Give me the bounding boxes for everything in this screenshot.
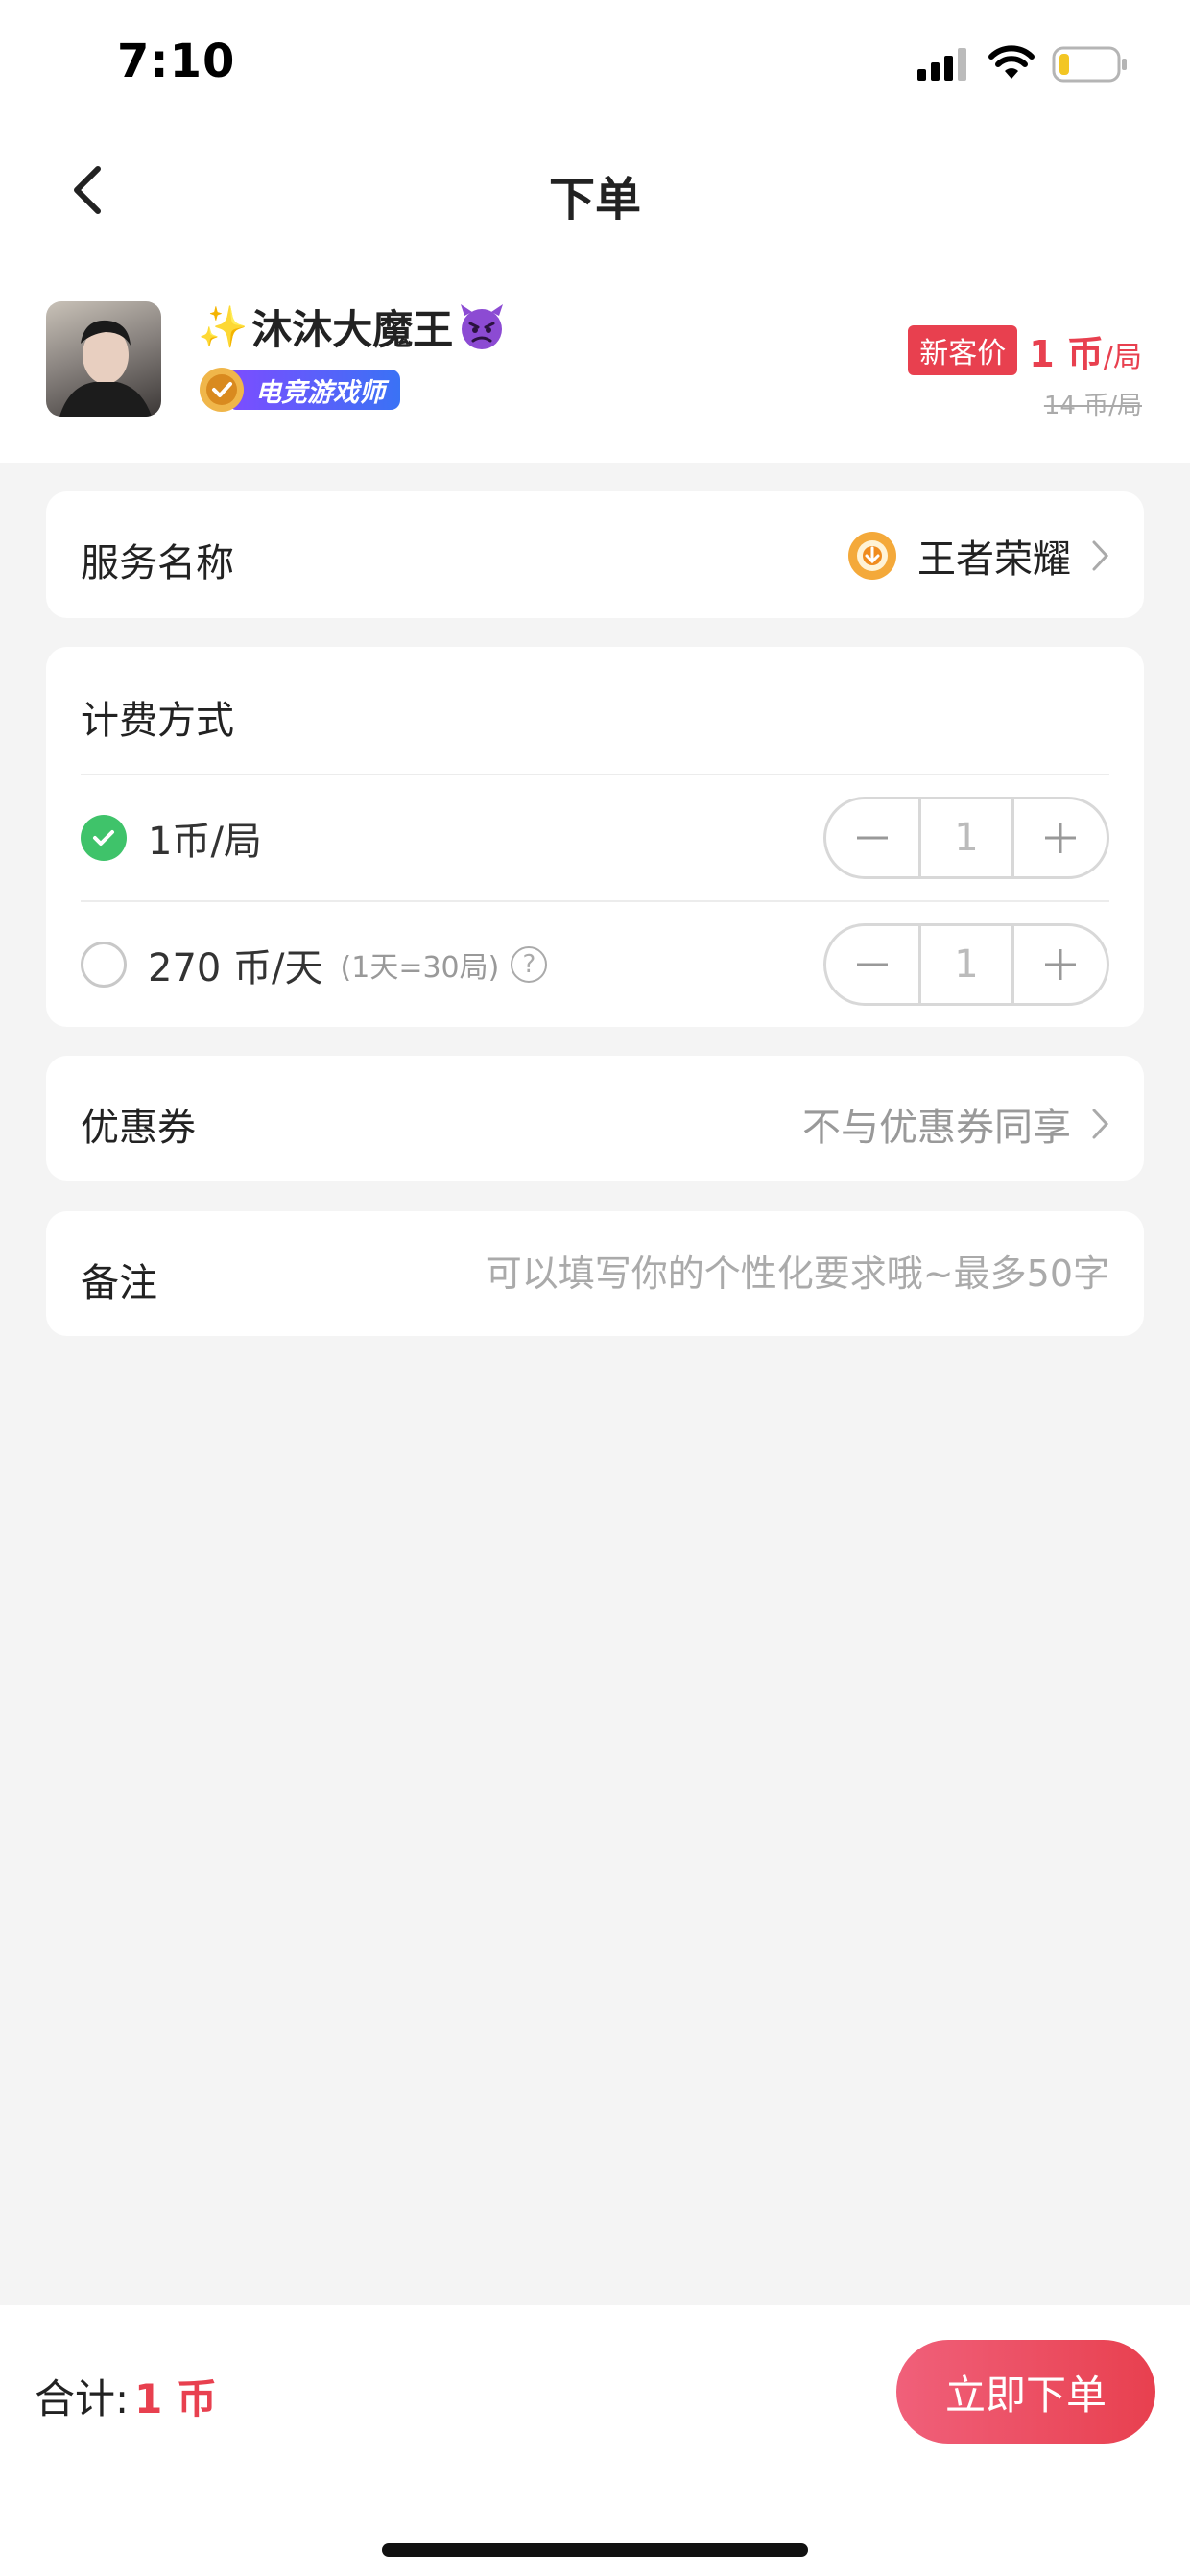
quantity-value[interactable]: 1: [918, 799, 1014, 876]
avatar-portrait-icon: [60, 320, 152, 417]
original-price: 14 币/局: [1043, 392, 1142, 420]
quantity-stepper: 1: [823, 797, 1109, 879]
nav-bar: 下单: [0, 125, 1190, 250]
help-question-icon[interactable]: ?: [511, 946, 548, 983]
service-card: 服务名称 王者荣耀: [46, 491, 1144, 618]
game-logo-icon: [848, 532, 896, 580]
badge-label: 电竞游戏师: [230, 370, 400, 410]
billing-label: 计费方式: [81, 699, 234, 743]
new-customer-tag: 新客价: [908, 325, 1018, 375]
wifi-icon: [988, 45, 1035, 79]
minus-icon: [857, 963, 888, 966]
home-indicator[interactable]: [382, 2543, 808, 2557]
service-value: 王者荣耀: [917, 537, 1071, 582]
status-time: 7:10: [117, 35, 236, 88]
player-name-row: ✨ 沐沐大魔王: [198, 298, 507, 356]
coupon-label: 优惠券: [81, 1106, 196, 1150]
radio-unchecked-icon[interactable]: [81, 942, 127, 988]
devil-emoji-icon: [461, 303, 504, 349]
billing-option-label: 270 币/天: [148, 946, 323, 990]
price-row: 新客价 1 币 /局: [908, 324, 1142, 379]
esports-badge: 电竞游戏师: [198, 367, 400, 413]
medal-icon: [200, 368, 244, 412]
service-selector[interactable]: 王者荣耀: [846, 528, 1111, 584]
price-unit: /局: [1103, 341, 1142, 374]
chevron-right-icon: [1092, 540, 1109, 571]
increase-button[interactable]: [1014, 926, 1107, 1003]
service-label: 服务名称: [81, 541, 234, 585]
coupon-card[interactable]: 优惠券 不与优惠券同享: [46, 1056, 1144, 1181]
billing-option-note: (1天=30局): [340, 951, 500, 985]
avatar[interactable]: [46, 301, 161, 417]
coupon-selector[interactable]: 不与优惠券同享: [802, 1096, 1111, 1152]
place-order-button[interactable]: 立即下单: [896, 2340, 1155, 2444]
status-bar: 7:10: [0, 0, 1190, 125]
price-value: 1 币: [1029, 333, 1104, 375]
chevron-right-icon: [1092, 1109, 1109, 1139]
remark-input[interactable]: [380, 1240, 1109, 1307]
player-name: 沐沐大魔王: [251, 306, 454, 353]
coupon-value: 不与优惠券同享: [802, 1106, 1071, 1150]
billing-option-per-day[interactable]: 270 币/天 (1天=30局) ? 1: [81, 902, 1109, 1027]
order-page: 7:10 下单 ✨ 沐沐大魔王 电竞游戏师 新客价 1 币 /局 14 币/局 …: [0, 0, 1190, 2576]
remark-label: 备注: [81, 1261, 157, 1305]
cellular-signal-icon: [917, 48, 966, 81]
increase-button[interactable]: [1014, 799, 1107, 876]
billing-option-per-game[interactable]: 1币/局 1: [81, 775, 1109, 900]
player-profile: ✨ 沐沐大魔王 电竞游戏师 新客价 1 币 /局 14 币/局: [0, 250, 1190, 463]
minus-icon: [857, 836, 888, 840]
billing-option-label: 1币/局: [148, 820, 262, 864]
remark-card: 备注: [46, 1211, 1144, 1336]
plus-icon: [1045, 949, 1076, 980]
quantity-stepper: 1: [823, 923, 1109, 1006]
decrease-button[interactable]: [826, 926, 918, 1003]
checkout-bar: 合计: 1 币 立即下单: [0, 2305, 1190, 2576]
total-row: 合计: 1 币: [35, 2367, 217, 2425]
total-value: 1 币: [134, 2375, 218, 2422]
total-label: 合计:: [35, 2375, 130, 2422]
battery-icon: [1052, 46, 1127, 83]
radio-checked-icon[interactable]: [81, 815, 127, 861]
quantity-value[interactable]: 1: [918, 926, 1014, 1003]
page-title: 下单: [548, 173, 641, 227]
plus-icon: [1045, 823, 1076, 853]
billing-card: 计费方式 1币/局 1 270 币/天 (1天=30局) ? 1: [46, 647, 1144, 1027]
sparkle-icon: ✨: [198, 302, 249, 350]
decrease-button[interactable]: [826, 799, 918, 876]
